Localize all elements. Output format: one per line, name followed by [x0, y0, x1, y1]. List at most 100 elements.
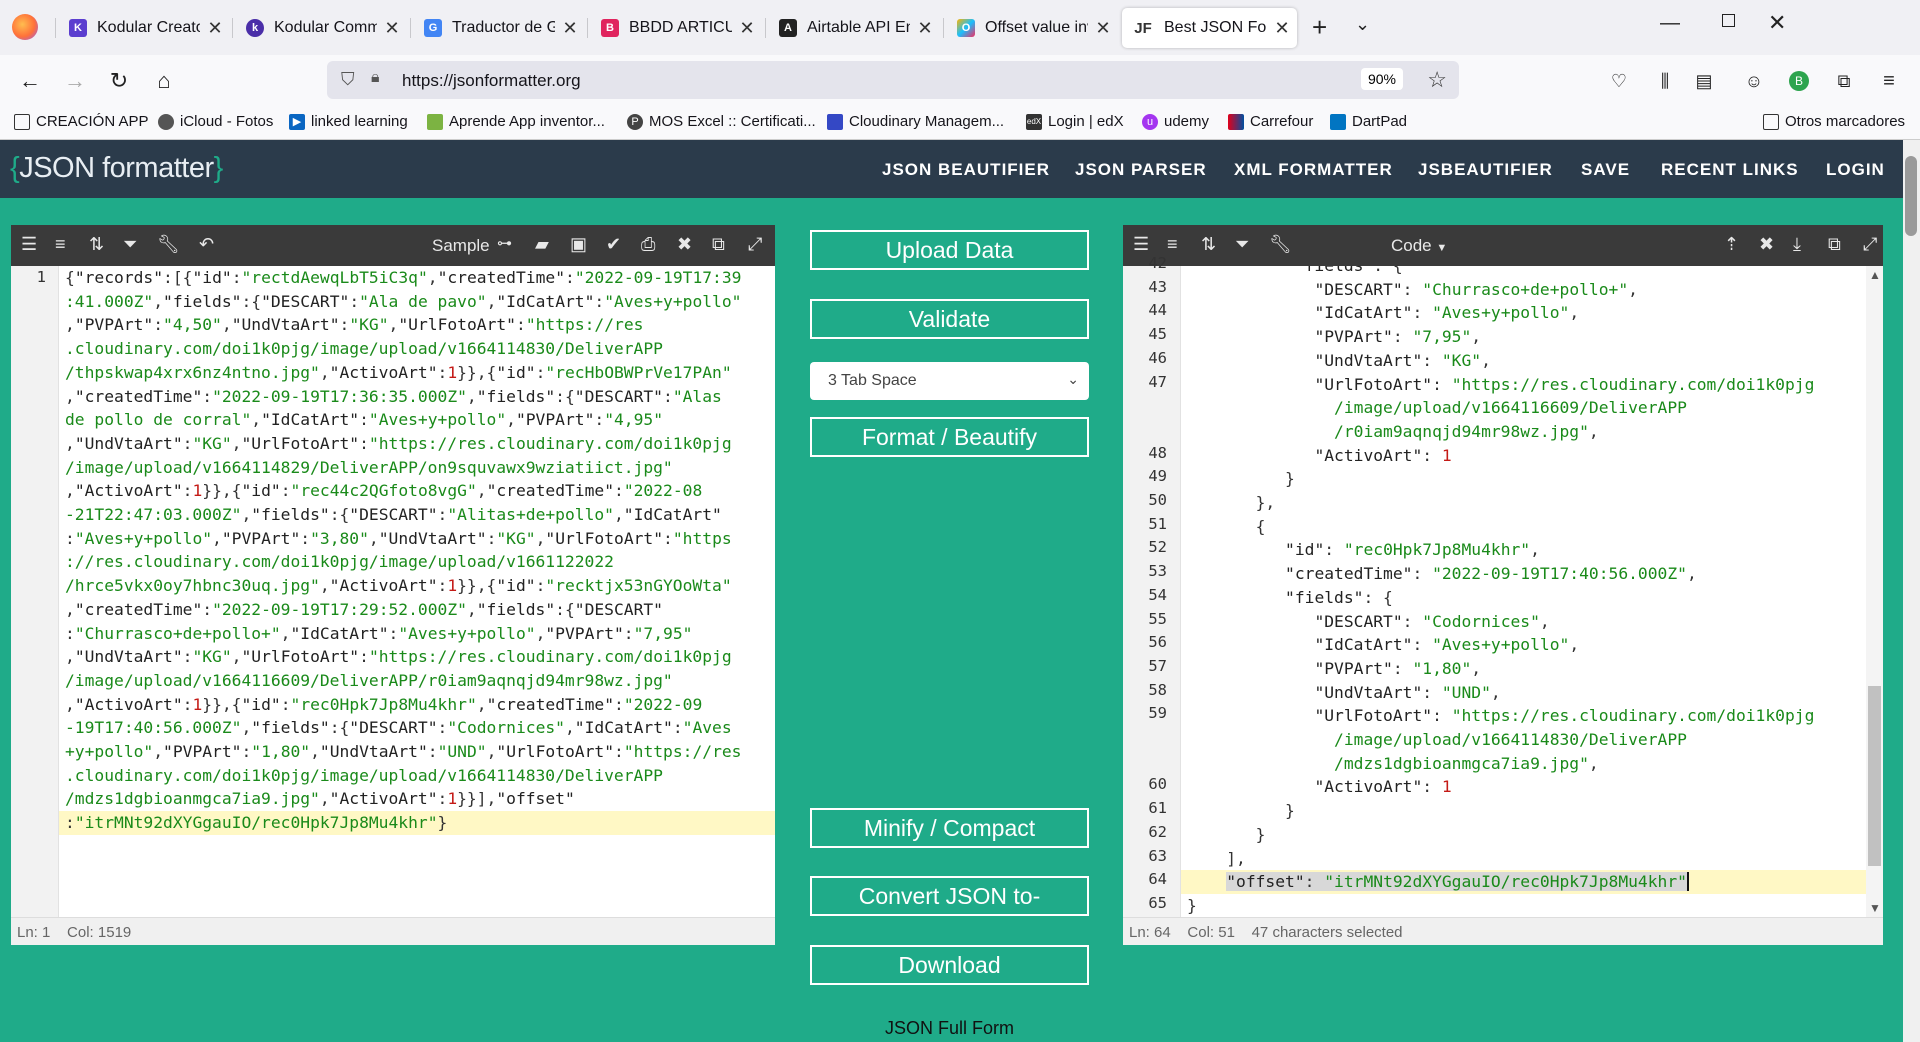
- page-scrollbar-thumb[interactable]: [1905, 156, 1917, 236]
- profile-avatar-icon[interactable]: ☺: [1740, 67, 1768, 95]
- tab-json-formatter[interactable]: JF Best JSON Formatter a✕: [1122, 8, 1297, 48]
- copy-icon[interactable]: ⧉: [712, 234, 725, 255]
- menu-jsbeautifier[interactable]: JSBEAUTIFIER: [1418, 160, 1553, 180]
- scroll-down-icon[interactable]: ▼: [1869, 901, 1881, 915]
- format-beautify-button[interactable]: Format / Beautify: [810, 417, 1089, 457]
- tab-space-select[interactable]: 3 Tab Space ⌄: [810, 362, 1089, 400]
- shield-icon[interactable]: ⛉: [341, 69, 355, 90]
- output-editor[interactable]: ☰ ≡ ⇅ ⏷ 🔧︎ Code ▼ ⇡ ✖ ⤓ ⧉ ⤢ 42 43 44 45 …: [1123, 225, 1883, 945]
- bookmark-cloudinary[interactable]: Cloudinary Managem...: [827, 113, 1004, 130]
- undo-icon[interactable]: ↶: [199, 234, 214, 255]
- url-bar[interactable]: ⛉ 🔒︎ https://jsonformatter.org 90% ☆: [327, 61, 1459, 99]
- site-logo[interactable]: {JSON formatter}: [10, 152, 223, 185]
- tab-google-translate[interactable]: G Traductor de Google✕: [410, 8, 585, 48]
- output-code[interactable]: "fields": { "DESCART": "Churrasco+de+pol…: [1181, 266, 1866, 917]
- scroll-up-icon[interactable]: ▲: [1869, 268, 1881, 282]
- collapse-all-icon[interactable]: ⇡: [1724, 234, 1739, 255]
- close-tab-icon[interactable]: ✕: [200, 18, 230, 39]
- sort-icon[interactable]: ⇅: [89, 234, 104, 255]
- validate-button[interactable]: Validate: [810, 299, 1089, 339]
- save-disk-icon[interactable]: ▣: [570, 234, 587, 255]
- output-scrollbar[interactable]: ▲ ▼: [1866, 266, 1883, 917]
- tab-airtable-encoder[interactable]: A Airtable API Encoder✕: [765, 8, 940, 48]
- menu-json-beautifier[interactable]: JSON BEAUTIFIER: [882, 160, 1050, 180]
- extension-b-icon[interactable]: B: [1785, 67, 1813, 95]
- format-icon[interactable]: ☰: [21, 234, 37, 255]
- pocket-icon[interactable]: ♡: [1605, 67, 1633, 95]
- close-tab-icon[interactable]: ✕: [732, 18, 762, 39]
- repair-wrench-icon[interactable]: 🔧︎: [1269, 234, 1292, 255]
- bookmark-linked-learning[interactable]: ▶ linked learning: [289, 113, 408, 130]
- close-tab-icon[interactable]: ✕: [1267, 18, 1297, 39]
- menu-xml-formatter[interactable]: XML FORMATTER: [1234, 160, 1393, 180]
- validate-check-icon[interactable]: ✔: [606, 234, 621, 255]
- extension-icon[interactable]: ⧉: [1830, 67, 1858, 95]
- bookmark-udemy[interactable]: u udemy: [1142, 113, 1209, 130]
- tab-offset-value[interactable]: O Offset value invalid; ou✕: [943, 8, 1118, 48]
- output-scrollbar-thumb[interactable]: [1868, 686, 1881, 866]
- close-window-icon[interactable]: ✕: [1768, 10, 1786, 36]
- bookmark-creacion-app[interactable]: CREACIÓN APP: [14, 113, 149, 130]
- library-icon[interactable]: ⫼: [1651, 67, 1679, 95]
- sort-icon[interactable]: ⇅: [1201, 234, 1216, 255]
- menu-json-parser[interactable]: JSON PARSER: [1075, 160, 1207, 180]
- input-code[interactable]: {"records":[{"id":"rectdAewqLbT5iC3q","c…: [59, 266, 775, 917]
- menu-hamburger-icon[interactable]: ≡: [1875, 67, 1903, 95]
- tab-kodular-community[interactable]: k Kodular Community - ✕: [232, 8, 407, 48]
- print-icon[interactable]: ⎙: [641, 234, 655, 255]
- download-button[interactable]: Download: [810, 945, 1089, 985]
- minify-compact-button[interactable]: Minify / Compact: [810, 808, 1089, 848]
- sample-button[interactable]: Sample: [432, 236, 490, 256]
- download-icon[interactable]: ⤓: [1793, 234, 1801, 255]
- bookmark-otros-marcadores[interactable]: Otros marcadores: [1763, 113, 1905, 130]
- format-icon[interactable]: ☰: [1133, 234, 1149, 255]
- filter-icon[interactable]: ⏷: [1235, 234, 1249, 255]
- filter-icon[interactable]: ⏷: [123, 234, 137, 255]
- json-full-form-link[interactable]: JSON Full Form: [885, 1018, 1014, 1039]
- reload-icon[interactable]: ↻: [105, 67, 133, 95]
- menu-save[interactable]: SAVE: [1581, 160, 1630, 180]
- upload-data-button[interactable]: Upload Data: [810, 230, 1089, 270]
- convert-json-button[interactable]: Convert JSON to-: [810, 876, 1089, 916]
- open-folder-icon[interactable]: ▰: [535, 234, 549, 255]
- zoom-level[interactable]: 90%: [1360, 68, 1403, 90]
- fullscreen-icon[interactable]: ⤢: [1863, 234, 1877, 255]
- copy-icon[interactable]: ⧉: [1828, 234, 1841, 255]
- compact-icon[interactable]: ≡: [55, 234, 66, 255]
- url-text[interactable]: https://jsonformatter.org: [402, 71, 581, 91]
- page-scrollbar[interactable]: [1903, 140, 1920, 1042]
- reader-view-icon[interactable]: ▤: [1690, 67, 1718, 95]
- clear-x-icon[interactable]: ✖: [1759, 234, 1774, 255]
- list-all-tabs-icon[interactable]: ⌄: [1355, 14, 1370, 35]
- bookmark-app-inventor[interactable]: Aprende App inventor...: [427, 113, 605, 130]
- bookmark-mos-excel[interactable]: P MOS Excel :: Certificati...: [627, 113, 816, 130]
- menu-login[interactable]: LOGIN: [1826, 160, 1885, 180]
- tab-kodular-creator[interactable]: K Kodular Creator ✕: [55, 8, 230, 48]
- new-tab-icon[interactable]: +: [1312, 12, 1327, 43]
- minimize-window-icon[interactable]: —: [1660, 12, 1680, 35]
- tab-bbdd-articulos[interactable]: B BBDD ARTICULOS IMA✕: [587, 8, 762, 48]
- close-tab-icon[interactable]: ✕: [1088, 18, 1118, 39]
- code-mode-dropdown[interactable]: Code ▼: [1391, 236, 1447, 256]
- bookmark-icloud[interactable]: iCloud - Fotos: [158, 113, 273, 130]
- lock-icon[interactable]: 🔒︎: [371, 69, 380, 87]
- input-editor[interactable]: ☰ ≡ ⇅ ⏷ 🔧︎ ↶ Sample ⊶ ▰ ▣ ✔ ⎙ ✖ ⧉ ⤢ 1 {"…: [11, 225, 775, 945]
- bookmark-edx[interactable]: edX Login | edX: [1026, 113, 1124, 130]
- close-tab-icon[interactable]: ✕: [555, 18, 585, 39]
- menu-recent-links[interactable]: RECENT LINKS: [1661, 160, 1799, 180]
- share-icon[interactable]: ⊶: [497, 234, 512, 252]
- forward-icon[interactable]: →: [61, 67, 89, 95]
- back-icon[interactable]: ←: [16, 67, 44, 95]
- clear-x-icon[interactable]: ✖: [677, 234, 692, 255]
- compact-icon[interactable]: ≡: [1167, 234, 1178, 255]
- restore-window-icon[interactable]: [1722, 14, 1735, 27]
- home-icon[interactable]: ⌂: [150, 67, 178, 95]
- close-tab-icon[interactable]: ✕: [910, 18, 940, 39]
- close-tab-icon[interactable]: ✕: [377, 18, 407, 39]
- bookmark-dartpad[interactable]: DartPad: [1330, 113, 1407, 130]
- bookmark-carrefour[interactable]: Carrefour: [1228, 113, 1313, 130]
- repair-wrench-icon[interactable]: 🔧︎: [157, 234, 180, 255]
- firefox-icon[interactable]: [12, 14, 38, 40]
- fullscreen-icon[interactable]: ⤢: [748, 234, 762, 255]
- bookmark-star-icon[interactable]: ☆: [1427, 67, 1447, 93]
